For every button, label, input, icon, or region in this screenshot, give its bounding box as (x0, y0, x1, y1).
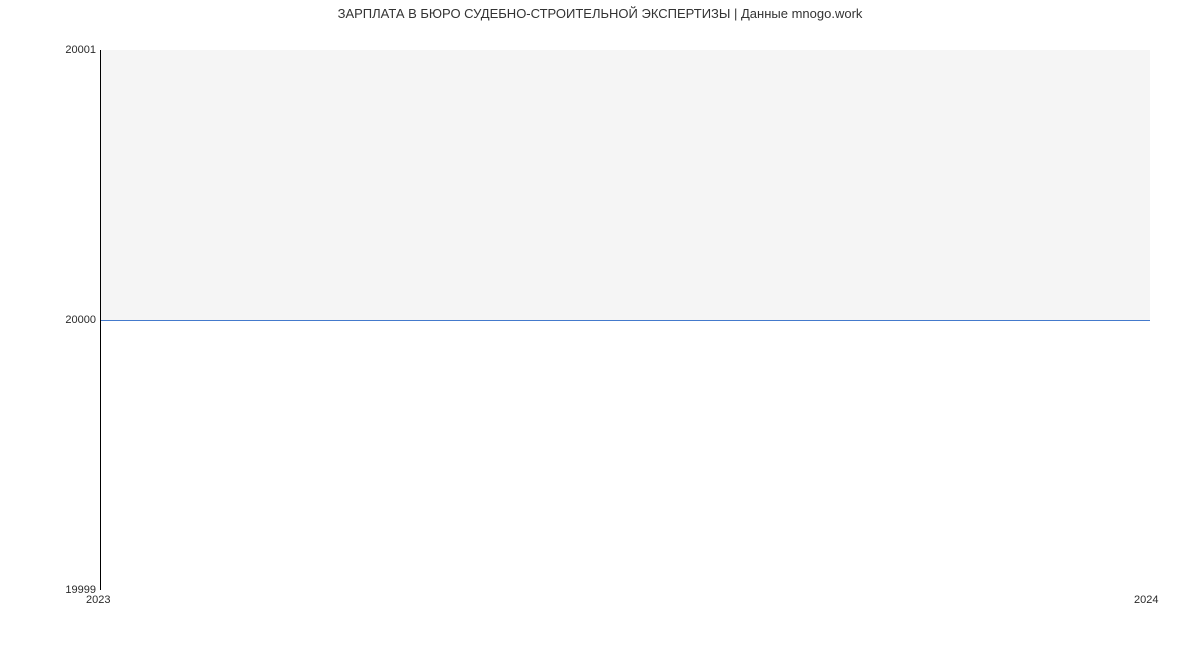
ytick-20001: 20001 (65, 44, 96, 56)
series-line (101, 320, 1150, 321)
plot-area (100, 50, 1150, 590)
xtick-2024: 2024 (1134, 594, 1158, 606)
plot-lower-half (101, 320, 1150, 590)
ytick-20000: 20000 (65, 314, 96, 326)
chart-title: ЗАРПЛАТА В БЮРО СУДЕБНО-СТРОИТЕЛЬНОЙ ЭКС… (0, 6, 1200, 21)
salary-chart: ЗАРПЛАТА В БЮРО СУДЕБНО-СТРОИТЕЛЬНОЙ ЭКС… (0, 0, 1200, 650)
xtick-2023: 2023 (86, 594, 110, 606)
